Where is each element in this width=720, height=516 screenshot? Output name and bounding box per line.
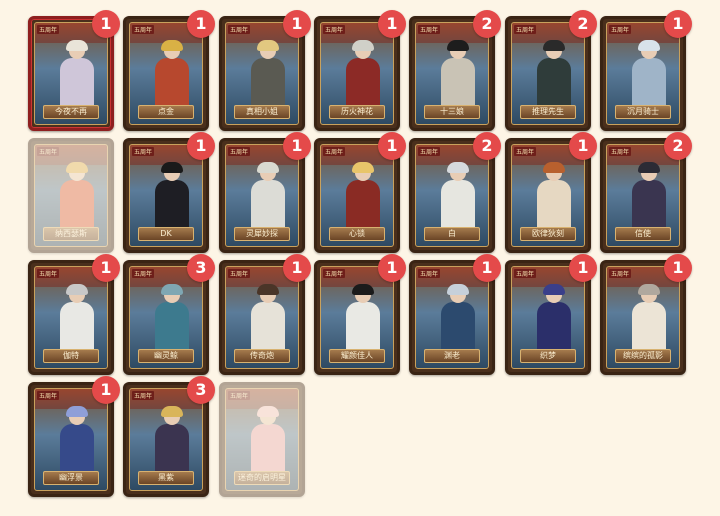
skin-portrait: 五周年耀颜佳人 [320, 266, 394, 369]
anniversary-tag: 五周年 [323, 147, 346, 156]
anniversary-tag: 五周年 [418, 25, 441, 34]
count-badge: 3 [187, 376, 215, 404]
count-badge: 2 [473, 10, 501, 38]
anniversary-tag: 五周年 [132, 269, 155, 278]
skin-name: 沉月骑士 [615, 105, 671, 119]
skin-name: 真相小姐 [234, 105, 290, 119]
anniversary-tag: 五周年 [228, 147, 251, 156]
count-badge: 1 [283, 132, 311, 160]
anniversary-tag: 五周年 [418, 269, 441, 278]
skin-portrait: 五周年信使 [606, 144, 680, 247]
count-badge: 1 [283, 254, 311, 282]
anniversary-tag: 五周年 [132, 25, 155, 34]
anniversary-tag: 五周年 [514, 25, 537, 34]
skin-portrait: 五周年迷奇的启明星 [225, 388, 299, 491]
skin-portrait: 五周年真相小姐 [225, 22, 299, 125]
count-badge: 1 [378, 10, 406, 38]
skin-name: 缤缤的孤影 [615, 349, 671, 363]
count-badge: 3 [187, 254, 215, 282]
count-badge: 1 [378, 254, 406, 282]
skin-card[interactable]: 五周年纳西瑟斯 [28, 138, 114, 253]
skin-portrait: 五周年黑紫 [129, 388, 203, 491]
skin-card[interactable]: 五周年迷奇的启明星 [219, 382, 305, 497]
anniversary-tag: 五周年 [37, 147, 60, 156]
skin-portrait: 五周年伽特 [34, 266, 108, 369]
skin-name: 纳西瑟斯 [43, 227, 99, 241]
count-badge: 2 [473, 132, 501, 160]
count-badge: 1 [569, 254, 597, 282]
skin-portrait: 五周年历火神花 [320, 22, 394, 125]
skin-name: 心锁 [329, 227, 385, 241]
skin-name: 推理先生 [520, 105, 576, 119]
count-badge: 1 [187, 10, 215, 38]
anniversary-tag: 五周年 [228, 269, 251, 278]
anniversary-tag: 五周年 [37, 269, 60, 278]
skin-name: 灵犀妙探 [234, 227, 290, 241]
skin-portrait: 五周年沉月骑士 [606, 22, 680, 125]
skin-name: 白 [424, 227, 480, 241]
skin-portrait: 五周年欧律狄刻 [511, 144, 585, 247]
count-badge: 1 [187, 132, 215, 160]
anniversary-tag: 五周年 [228, 391, 251, 400]
anniversary-tag: 五周年 [418, 147, 441, 156]
skin-portrait: 五周年今夜不再 [34, 22, 108, 125]
skin-portrait: 五周年点金 [129, 22, 203, 125]
skin-portrait: 五周年纳西瑟斯 [34, 144, 108, 247]
anniversary-tag: 五周年 [514, 147, 537, 156]
count-badge: 1 [569, 132, 597, 160]
skin-portrait: 五周年白 [415, 144, 489, 247]
skin-portrait: 五周年十三娘 [415, 22, 489, 125]
skin-name: DK [138, 227, 194, 241]
count-badge: 1 [473, 254, 501, 282]
skin-portrait: 五周年幽灵鲸 [129, 266, 203, 369]
anniversary-tag: 五周年 [228, 25, 251, 34]
skin-name: 历火神花 [329, 105, 385, 119]
skin-portrait: 五周年心锁 [320, 144, 394, 247]
count-badge: 1 [92, 10, 120, 38]
skin-portrait: 五周年 DK [129, 144, 203, 247]
anniversary-tag: 五周年 [609, 147, 632, 156]
anniversary-tag: 五周年 [132, 147, 155, 156]
skin-name: 点金 [138, 105, 194, 119]
skin-name: 耀颜佳人 [329, 349, 385, 363]
anniversary-tag: 五周年 [132, 391, 155, 400]
skin-name: 黑紫 [138, 471, 194, 485]
skin-grid: 五周年 今夜不再 1 五周年 点金 1 五周年 真相小姐 1 五周年 历火神花 1 五周年 十三娘 2 五周年… [0, 0, 720, 516]
skin-portrait: 五周年推理先生 [511, 22, 585, 125]
count-badge: 1 [378, 132, 406, 160]
skin-portrait: 五周年渊老 [415, 266, 489, 369]
anniversary-tag: 五周年 [323, 25, 346, 34]
anniversary-tag: 五周年 [37, 25, 60, 34]
count-badge: 1 [664, 254, 692, 282]
anniversary-tag: 五周年 [609, 269, 632, 278]
skin-name: 十三娘 [424, 105, 480, 119]
skin-name: 欧律狄刻 [520, 227, 576, 241]
anniversary-tag: 五周年 [514, 269, 537, 278]
skin-name: 传奇炮 [234, 349, 290, 363]
skin-name: 幽浮景 [43, 471, 99, 485]
skin-name: 渊老 [424, 349, 480, 363]
skin-name: 今夜不再 [43, 105, 99, 119]
skin-portrait: 五周年织梦 [511, 266, 585, 369]
skin-name: 信使 [615, 227, 671, 241]
skin-name: 织梦 [520, 349, 576, 363]
count-badge: 2 [664, 132, 692, 160]
anniversary-tag: 五周年 [37, 391, 60, 400]
skin-name: 幽灵鲸 [138, 349, 194, 363]
count-badge: 1 [92, 376, 120, 404]
skin-portrait: 五周年幽浮景 [34, 388, 108, 491]
anniversary-tag: 五周年 [609, 25, 632, 34]
count-badge: 1 [92, 254, 120, 282]
skin-portrait: 五周年缤缤的孤影 [606, 266, 680, 369]
skin-name: 迷奇的启明星 [234, 471, 290, 485]
count-badge: 1 [664, 10, 692, 38]
skin-portrait: 五周年灵犀妙探 [225, 144, 299, 247]
skin-name: 伽特 [43, 349, 99, 363]
count-badge: 1 [283, 10, 311, 38]
count-badge: 2 [569, 10, 597, 38]
skin-portrait: 五周年传奇炮 [225, 266, 299, 369]
anniversary-tag: 五周年 [323, 269, 346, 278]
